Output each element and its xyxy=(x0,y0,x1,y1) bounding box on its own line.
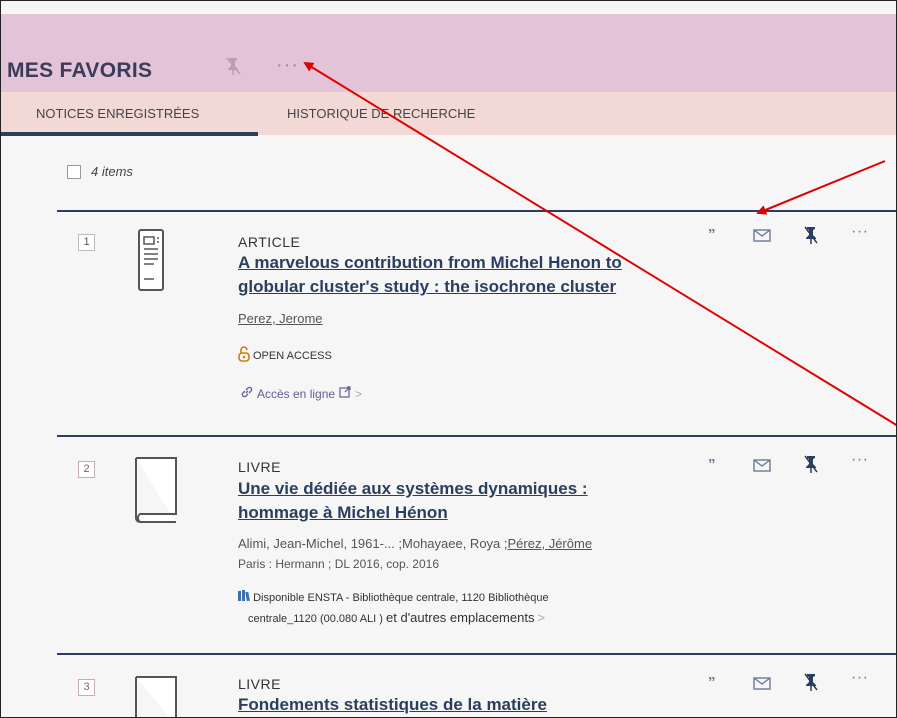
active-tab-indicator xyxy=(1,132,258,136)
tab-saved-records[interactable]: NOTICES ENREGISTRÉES xyxy=(36,106,199,121)
item-index: 1 xyxy=(78,234,95,251)
page-header: MES FAVORIS ··· xyxy=(1,14,896,92)
items-count: 4 items xyxy=(91,164,133,179)
library-icon xyxy=(238,590,253,604)
item-index: 2 xyxy=(78,461,95,478)
article-icon xyxy=(138,229,164,296)
item-title[interactable]: Fondements statistiques de la matière xyxy=(238,693,738,717)
email-icon[interactable] xyxy=(753,677,771,695)
more-actions-icon[interactable]: ··· xyxy=(851,223,868,241)
unpin-icon[interactable] xyxy=(225,56,241,81)
book-icon xyxy=(130,675,178,717)
item-author[interactable]: Perez, Jerome xyxy=(238,311,323,326)
item-title-line[interactable]: hommage à Michel Hénon xyxy=(238,501,738,525)
online-access-link[interactable]: Accès en ligne > xyxy=(241,386,362,401)
more-options-icon[interactable]: ··· xyxy=(276,54,299,77)
favorites-page: MES FAVORIS ··· NOTICES ENREGISTRÉES HIS… xyxy=(0,0,897,718)
more-actions-icon[interactable]: ··· xyxy=(851,451,868,469)
unpin-icon[interactable] xyxy=(804,672,818,697)
cite-icon[interactable]: ” xyxy=(708,456,716,473)
email-icon[interactable] xyxy=(753,459,771,477)
other-locations-link[interactable]: et d'autres emplacements xyxy=(386,610,534,625)
unpin-icon[interactable] xyxy=(804,454,818,479)
item-type: LIVRE xyxy=(238,459,281,475)
unpin-icon[interactable] xyxy=(804,225,818,250)
item-title-line[interactable]: globular cluster's study : the isochrone… xyxy=(238,275,738,299)
open-access-label: OPEN ACCESS xyxy=(253,349,332,362)
cite-icon[interactable]: ” xyxy=(708,674,716,691)
item-separator xyxy=(57,210,896,212)
item-type: LIVRE xyxy=(238,676,281,692)
item-title-line[interactable]: Une vie dédiée aux systèmes dynamiques : xyxy=(238,477,738,501)
select-all-row: 4 items xyxy=(67,164,133,179)
item-index: 3 xyxy=(78,679,95,696)
item-separator xyxy=(57,435,896,437)
item-title[interactable]: Une vie dédiée aux systèmes dynamiques :… xyxy=(238,477,738,525)
author-link[interactable]: Perez, Jerome xyxy=(238,311,323,326)
availability-status[interactable]: Disponible ENSTA - Bibliothèque centrale… xyxy=(253,592,549,604)
email-icon[interactable] xyxy=(753,229,771,247)
item-type: ARTICLE xyxy=(238,234,301,250)
cite-icon[interactable]: ” xyxy=(708,226,716,243)
availability-location[interactable]: centrale_1120 (00.080 ALI ) xyxy=(248,613,383,625)
chevron-right-icon: > xyxy=(537,610,546,625)
open-lock-icon xyxy=(238,346,250,365)
item-title[interactable]: A marvelous contribution from Michel Hen… xyxy=(238,251,738,299)
chevron-right-icon: > xyxy=(355,386,363,401)
online-access-label[interactable]: Accès en ligne xyxy=(257,387,335,401)
item-authors: Alimi, Jean-Michel, 1961-... ;Mohayaee, … xyxy=(238,536,592,551)
open-access-badge: OPEN ACCESS xyxy=(238,346,332,365)
select-all-checkbox[interactable] xyxy=(67,164,81,179)
more-actions-icon[interactable]: ··· xyxy=(851,669,868,687)
tab-search-history[interactable]: HISTORIQUE DE RECHERCHE xyxy=(287,106,475,121)
tab-bar: NOTICES ENREGISTRÉES HISTORIQUE DE RECHE… xyxy=(1,92,896,135)
item-publication: Paris : Hermann ; DL 2016, cop. 2016 xyxy=(238,557,439,571)
book-icon xyxy=(130,456,178,529)
item-title-line[interactable]: Fondements statistiques de la matière xyxy=(238,693,738,717)
page-title: MES FAVORIS xyxy=(7,59,153,82)
item-separator xyxy=(57,653,896,655)
author-link[interactable]: Pérez, Jérôme xyxy=(508,536,593,551)
item-title-line[interactable]: A marvelous contribution from Michel Hen… xyxy=(238,251,738,275)
link-icon xyxy=(241,386,253,401)
external-link-icon xyxy=(339,386,351,401)
item-availability[interactable]: Disponible ENSTA - Bibliothèque centrale… xyxy=(238,588,758,629)
annotation-arrow xyxy=(756,160,886,215)
authors-plain: Alimi, Jean-Michel, 1961-... ;Mohayaee, … xyxy=(238,536,508,551)
